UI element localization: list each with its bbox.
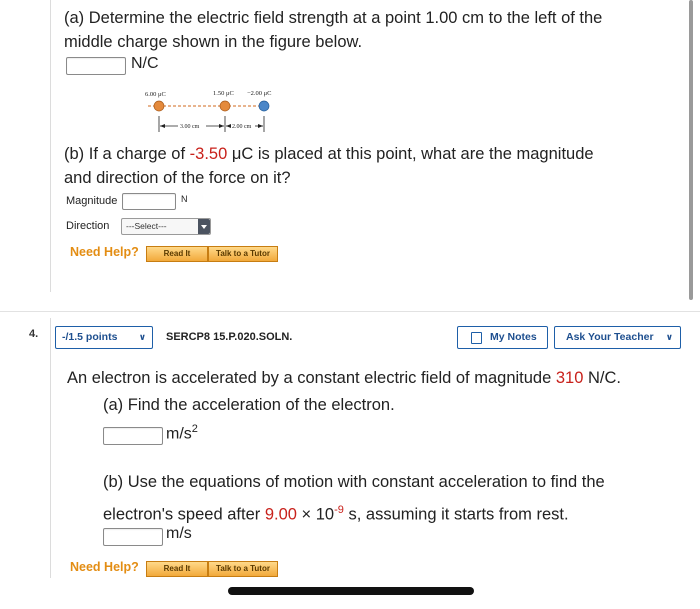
q3-charge-value: -3.50: [189, 145, 228, 163]
q4-left-border: [50, 318, 51, 578]
chevron-down-icon: ∨: [138, 332, 146, 342]
q3-part-a-line2: middle charge shown in the figure below.: [64, 33, 363, 51]
q4-points-label: -/1.5 points: [62, 331, 118, 343]
ask-teacher-label: Ask Your Teacher: [566, 331, 654, 343]
chevron-down-icon: ∨: [665, 332, 673, 342]
q3-part-b-line2: and direction of the force on it?: [64, 169, 291, 187]
q4-intro: An electron is accelerated by a constant…: [67, 369, 621, 387]
charge2-marker: [219, 100, 231, 112]
horizontal-scrollbar[interactable]: [228, 587, 474, 595]
charges-figure: 6.00 μC 1.50 μC −2.00 μC 3.00 cm 2.00 cm: [145, 90, 272, 132]
magnitude-input[interactable]: [122, 193, 176, 210]
q4-points-dropdown[interactable]: -/1.5 points ∨: [55, 326, 153, 349]
q4-need-help-label: Need Help?: [70, 560, 139, 574]
question-left-border: [50, 0, 51, 292]
q4-part-a-unit: m/s2: [166, 423, 198, 443]
direction-select[interactable]: ---Select---: [121, 218, 211, 235]
q4-time-value: 9.00: [264, 505, 297, 524]
q3-read-it-button[interactable]: Read It: [146, 246, 208, 262]
direction-select-value: ---Select---: [126, 221, 167, 231]
my-notes-label: My Notes: [490, 331, 537, 343]
q4-talk-to-tutor-button[interactable]: Talk to a Tutor: [208, 561, 278, 577]
my-notes-button[interactable]: My Notes: [457, 326, 548, 349]
q3-need-help-label: Need Help?: [70, 245, 139, 259]
q3-part-a-answer-input[interactable]: [66, 57, 126, 75]
q4-part-b-unit: m/s: [166, 525, 192, 542]
charge1-marker: [153, 100, 165, 112]
q4-read-it-button[interactable]: Read It: [146, 561, 208, 577]
q4-field-value: 310: [555, 369, 584, 387]
q4-part-b-line2: electron's speed after 9.00 × 10-9 s, as…: [103, 504, 569, 524]
q3-part-a-line1: (a) Determine the electric field strengt…: [64, 9, 603, 27]
question-divider: [0, 311, 700, 312]
charge2-label: 1.50 μC: [213, 90, 234, 97]
vertical-scrollbar[interactable]: [689, 0, 693, 300]
ask-your-teacher-button[interactable]: Ask Your Teacher ∨: [554, 326, 681, 349]
q3-part-b-line1: (b) If a charge of -3.50 μC is placed at…: [64, 145, 594, 163]
magnitude-unit: N: [181, 194, 188, 204]
charge3-label: −2.00 μC: [247, 90, 272, 97]
charge1-label: 6.00 μC: [145, 91, 166, 98]
q4-part-b-answer-input[interactable]: [103, 528, 163, 546]
q4-part-b-line1: (b) Use the equations of motion with con…: [103, 473, 605, 491]
q4-number: 4.: [29, 328, 39, 340]
distance1-label: 3.00 cm: [180, 124, 200, 130]
q4-part-a: (a) Find the acceleration of the electro…: [103, 396, 395, 414]
direction-label: Direction: [66, 220, 110, 232]
charge3-marker: [258, 100, 270, 112]
q4-problem-code: SERCP8 15.P.020.SOLN.: [166, 331, 293, 343]
q3-part-a-unit: N/C: [131, 55, 159, 72]
q4-part-a-answer-input[interactable]: [103, 427, 163, 445]
notes-icon: [471, 332, 482, 344]
chevron-down-icon: [198, 219, 210, 234]
distance2-label: 2.00 cm: [232, 124, 252, 130]
q3-talk-to-tutor-button[interactable]: Talk to a Tutor: [208, 246, 278, 262]
magnitude-label: Magnitude: [66, 195, 118, 207]
